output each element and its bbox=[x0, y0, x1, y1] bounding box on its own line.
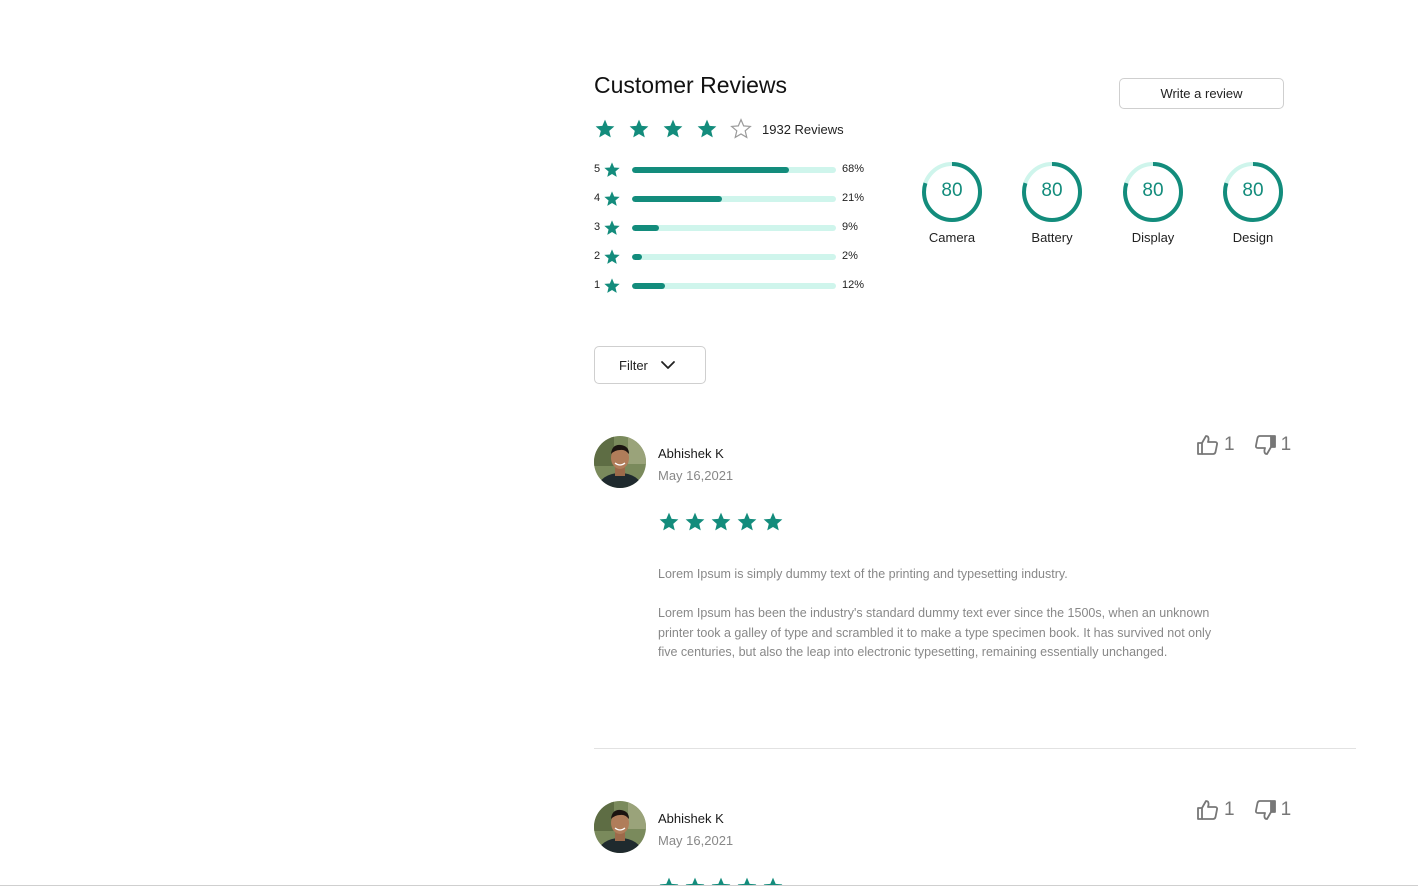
star-icon bbox=[697, 119, 717, 138]
rating-bar-fill bbox=[632, 225, 659, 231]
dislike-count: 1 bbox=[1280, 799, 1292, 820]
like-count: 1 bbox=[1224, 799, 1235, 820]
star-icon bbox=[604, 191, 620, 206]
aspect-score-battery: 80 Battery bbox=[1020, 160, 1084, 245]
star-icon bbox=[685, 512, 705, 531]
aspect-score-label: Camera bbox=[928, 230, 976, 245]
review-votes: 1 1 bbox=[1196, 433, 1291, 457]
rating-row-stars: 3 bbox=[594, 221, 601, 233]
rating-row-percent: 2% bbox=[842, 250, 858, 262]
aspect-score-value: 80 bbox=[1041, 180, 1063, 201]
star-icon bbox=[663, 119, 683, 138]
rating-row-2: 2 2% bbox=[594, 247, 884, 267]
star-icon bbox=[711, 512, 731, 531]
like-count: 1 bbox=[1224, 434, 1235, 455]
like-button[interactable]: 1 bbox=[1196, 798, 1235, 822]
rating-bar-track bbox=[632, 196, 836, 202]
rating-bar-fill bbox=[632, 283, 665, 289]
avatar bbox=[594, 801, 646, 853]
star-icon bbox=[659, 512, 679, 531]
dislike-button[interactable]: 1 bbox=[1253, 798, 1292, 822]
star-icon bbox=[604, 162, 620, 177]
rating-row-3: 3 9% bbox=[594, 218, 884, 238]
aspect-score-label: Design bbox=[1232, 230, 1274, 245]
aspect-score-label: Display bbox=[1131, 230, 1175, 245]
rating-row-stars: 1 bbox=[594, 279, 601, 291]
rating-row-percent: 9% bbox=[842, 221, 858, 233]
review-date: May 16,2021 bbox=[658, 468, 734, 483]
rating-row-stars: 5 bbox=[594, 163, 601, 175]
rating-bar-fill bbox=[632, 254, 643, 260]
star-icon bbox=[763, 512, 783, 531]
review-stars bbox=[658, 511, 788, 533]
review-date: May 16,2021 bbox=[658, 833, 734, 848]
chevron-down-icon bbox=[660, 361, 675, 369]
rating-row-percent: 68% bbox=[842, 163, 865, 175]
star-outline-icon bbox=[730, 118, 752, 139]
star-icon bbox=[595, 119, 615, 138]
filter-label: Filter bbox=[619, 357, 648, 373]
aspect-score-value: 80 bbox=[941, 180, 963, 201]
divider bbox=[594, 748, 1356, 749]
filter-button[interactable]: Filter bbox=[594, 346, 706, 384]
reviewer-name: Abhishek K bbox=[658, 446, 724, 461]
star-icon bbox=[604, 249, 620, 264]
write-review-button[interactable]: Write a review bbox=[1119, 78, 1284, 109]
thumbs-down-icon bbox=[1254, 435, 1276, 455]
rating-row-5: 5 68% bbox=[594, 160, 884, 180]
average-rating-stars bbox=[594, 118, 764, 140]
rating-bar-fill bbox=[632, 167, 790, 173]
rating-bar-track bbox=[632, 283, 836, 289]
aspect-score-label: Battery bbox=[1031, 230, 1073, 245]
thumbs-down-icon bbox=[1254, 800, 1276, 820]
rating-row-percent: 21% bbox=[842, 192, 865, 204]
rating-row-stars: 2 bbox=[594, 250, 601, 262]
page-title: Customer Reviews bbox=[594, 72, 787, 98]
rating-row-1: 1 12% bbox=[594, 276, 884, 296]
rating-bar-track bbox=[632, 167, 836, 173]
dislike-button[interactable]: 1 bbox=[1253, 433, 1292, 457]
rating-bar-track bbox=[632, 225, 836, 231]
rating-bar-fill bbox=[632, 196, 722, 202]
rating-row-4: 4 21% bbox=[594, 189, 884, 209]
review-votes: 1 1 bbox=[1196, 798, 1291, 822]
customer-reviews-panel: Customer Reviews Write a review 1932 Rev… bbox=[594, 0, 1356, 886]
aspect-score-value: 80 bbox=[1142, 180, 1164, 201]
review-count: 1932 Reviews bbox=[762, 121, 844, 137]
thumbs-up-icon bbox=[1197, 800, 1218, 820]
aspect-scores: 80 Camera 80 Battery 80 Display 80 Design bbox=[920, 160, 1290, 260]
like-button[interactable]: 1 bbox=[1196, 433, 1235, 457]
star-icon bbox=[604, 278, 620, 293]
dislike-count: 1 bbox=[1280, 434, 1292, 455]
star-icon bbox=[737, 512, 757, 531]
rating-row-percent: 12% bbox=[842, 279, 865, 291]
star-icon bbox=[629, 119, 649, 138]
average-rating: 1932 Reviews bbox=[594, 118, 844, 140]
aspect-score-display: 80 Display bbox=[1121, 160, 1185, 245]
aspect-score-value: 80 bbox=[1242, 180, 1264, 201]
star-icon bbox=[604, 220, 620, 235]
rating-row-stars: 4 bbox=[594, 192, 601, 204]
thumbs-up-icon bbox=[1197, 435, 1218, 455]
aspect-score-design: 80 Design bbox=[1221, 160, 1285, 245]
aspect-score-camera: 80 Camera bbox=[920, 160, 984, 245]
avatar bbox=[594, 436, 646, 488]
review-body: Lorem Ipsum has been the industry's stan… bbox=[658, 606, 1212, 660]
review-summary: Lorem Ipsum is simply dummy text of the … bbox=[658, 567, 1068, 581]
reviewer-name: Abhishek K bbox=[658, 811, 724, 826]
rating-bar-track bbox=[632, 254, 836, 260]
